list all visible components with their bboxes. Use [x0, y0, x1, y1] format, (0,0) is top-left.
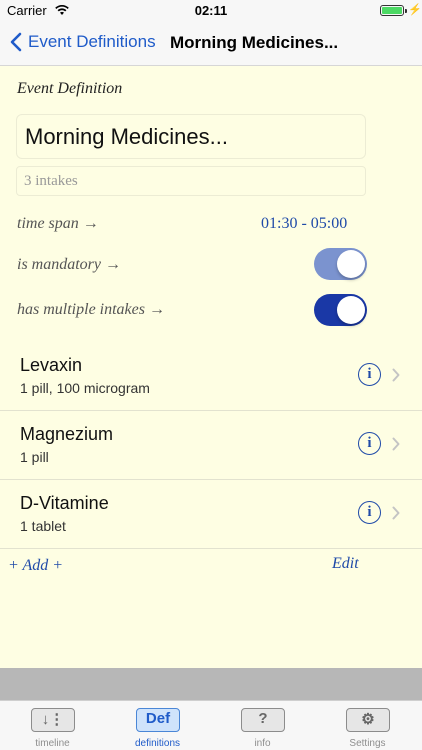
edit-button[interactable]: Edit — [332, 555, 359, 573]
definitions-icon: Def — [136, 708, 180, 732]
add-intake-button[interactable]: + Add + — [8, 557, 63, 575]
mandatory-label: is mandatory → — [17, 256, 121, 273]
time-span-value[interactable]: 01:30 - 05:00 — [261, 215, 347, 233]
gear-icon: ⚙ — [346, 708, 390, 732]
tab-label: Settings — [349, 738, 386, 749]
battery-icon — [380, 5, 407, 16]
chevron-left-icon — [10, 32, 22, 52]
charging-icon: ⚡ — [408, 4, 422, 16]
chevron-right-icon — [392, 368, 400, 382]
intakes-value: 3 intakes — [24, 173, 78, 189]
item-name: Levaxin — [20, 355, 83, 375]
tab-settings[interactable]: ⚙ Settings — [315, 701, 420, 750]
question-icon: ? — [241, 708, 285, 732]
back-button-label: Event Definitions — [28, 32, 156, 51]
info-icon[interactable]: i — [358, 363, 381, 386]
event-name-value: Morning Medicines... — [25, 124, 228, 149]
status-time: 02:11 — [194, 3, 228, 18]
intake-list: Levaxin 1 pill, 100 microgram i Magneziu… — [0, 342, 422, 549]
tab-timeline[interactable]: ↓⋮ timeline — [0, 701, 105, 750]
chevron-right-icon — [392, 506, 400, 520]
event-name-field[interactable]: Morning Medicines... — [16, 114, 366, 159]
tab-bar: ↓⋮ timeline Def definitions ? info ⚙ Set… — [0, 700, 422, 750]
multiple-intakes-label: has multiple intakes → — [17, 301, 165, 318]
tab-definitions[interactable]: Def definitions — [105, 701, 210, 750]
multiple-intakes-toggle[interactable] — [314, 294, 367, 326]
item-detail: 1 pill — [20, 449, 49, 465]
event-definition-form: Event Definition Morning Medicines... 3 … — [0, 67, 422, 668]
list-item[interactable]: Magnezium 1 pill i — [0, 411, 422, 480]
time-span-label: time span → — [17, 215, 99, 232]
chevron-right-icon — [392, 437, 400, 451]
tab-label: definitions — [134, 738, 181, 749]
mandatory-toggle[interactable] — [314, 248, 367, 280]
page-title: Morning Medicines... — [170, 33, 339, 52]
back-button[interactable]: Event Definitions — [10, 32, 156, 52]
info-icon[interactable]: i — [358, 432, 381, 455]
gray-band — [0, 668, 422, 700]
tab-label: info — [254, 738, 271, 749]
item-name: Magnezium — [20, 424, 114, 444]
list-item[interactable]: D-Vitamine 1 tablet i — [0, 480, 422, 549]
item-detail: 1 pill, 100 microgram — [20, 380, 150, 396]
section-label: Event Definition — [17, 80, 123, 97]
list-item[interactable]: Levaxin 1 pill, 100 microgram i — [0, 342, 422, 411]
status-bar: Carrier 02:11 ⚡ — [0, 0, 422, 22]
timeline-icon: ↓⋮ — [31, 708, 75, 732]
item-name: D-Vitamine — [20, 493, 109, 513]
navigation-bar: Event Definitions Morning Medicines... — [0, 22, 422, 66]
info-icon[interactable]: i — [358, 501, 381, 524]
tab-info[interactable]: ? info — [210, 701, 315, 750]
item-detail: 1 tablet — [20, 518, 66, 534]
intakes-field[interactable]: 3 intakes — [16, 166, 366, 196]
tab-label: timeline — [35, 738, 70, 749]
